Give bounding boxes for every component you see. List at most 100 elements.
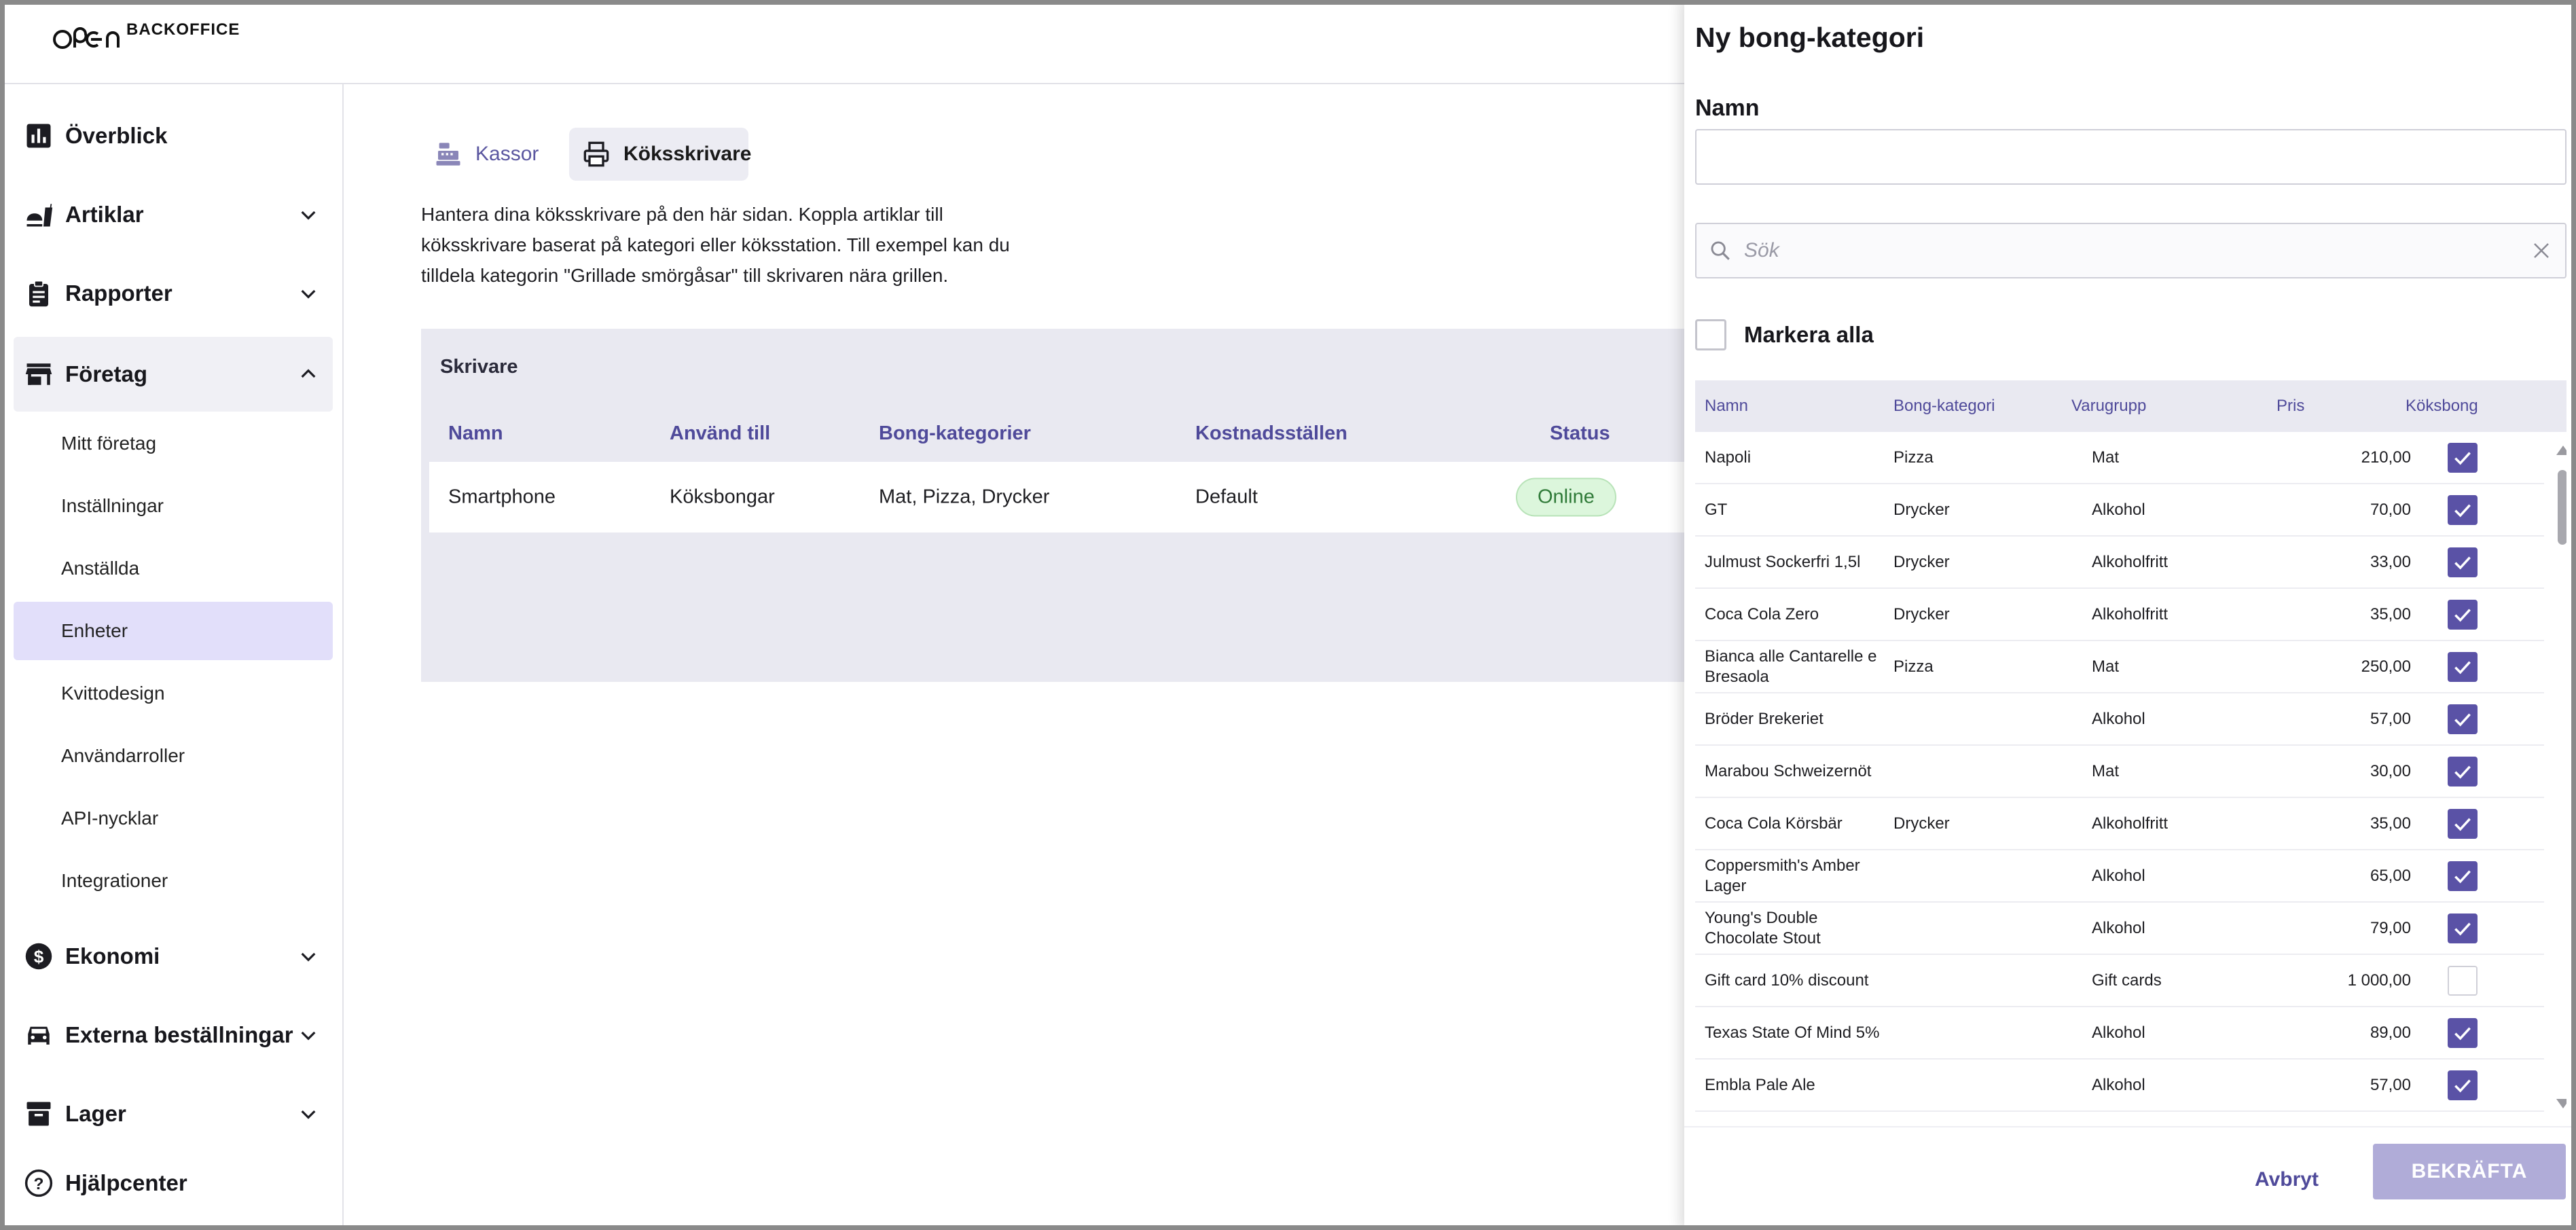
nav-reports-label: Rapporter xyxy=(65,281,173,306)
close-icon[interactable] xyxy=(2531,240,2552,261)
nav-economy-label: Ekonomi xyxy=(65,943,160,969)
printer-name: Smartphone xyxy=(448,486,556,508)
item-price: 250,00 xyxy=(2361,657,2411,676)
scroll-thumb[interactable] xyxy=(2558,470,2566,545)
sidebar-item-my-company[interactable]: Mitt företag xyxy=(14,414,333,473)
fastfood-icon xyxy=(26,204,53,227)
scroll-down-arrow[interactable] xyxy=(2556,1099,2566,1108)
item-price: 65,00 xyxy=(2370,866,2411,885)
sidebar-item-user-roles[interactable]: Användarroller xyxy=(14,727,333,785)
list-item[interactable]: Embla Pale Ale Alkohol 57,00 xyxy=(1695,1060,2544,1112)
confirm-button[interactable]: BEKRÄFTA xyxy=(2373,1144,2566,1199)
list-item[interactable]: Napoli Pizza Mat 210,00 xyxy=(1695,432,2544,484)
chevron-down-icon xyxy=(301,952,316,962)
svg-text:$: $ xyxy=(34,947,44,967)
scroll-up-arrow[interactable] xyxy=(2556,446,2566,455)
nav-help-center[interactable]: ? Hjälpcenter xyxy=(14,1156,333,1210)
sidebar-item-integrations[interactable]: Integrationer xyxy=(14,852,333,910)
item-group: Mat xyxy=(2092,761,2120,780)
clipboard-icon xyxy=(29,280,48,307)
list-item[interactable]: Texas State Of Mind 5% Alkohol 89,00 xyxy=(1695,1007,2544,1060)
printer-used-for: Köksbongar xyxy=(670,486,775,508)
item-group: Mat xyxy=(2092,448,2120,467)
check-icon xyxy=(2454,817,2471,831)
items-table-header: Namn Bong-kategori Varugrupp Pris Köksbo… xyxy=(1695,380,2566,432)
kitchen-ticket-checkbox[interactable] xyxy=(2448,1070,2478,1100)
kitchen-ticket-checkbox[interactable] xyxy=(2448,1017,2478,1048)
nav-articles[interactable]: Artiklar xyxy=(14,182,333,247)
kitchen-ticket-checkbox[interactable] xyxy=(2448,442,2478,473)
tab-kitchen-printers-label: Köksskrivare xyxy=(623,143,752,165)
column-header-price: Pris xyxy=(2276,397,2305,415)
sidebar-item-receipt-design[interactable]: Kvittodesign xyxy=(14,664,333,723)
cash-register-icon xyxy=(436,143,460,166)
item-price: 70,00 xyxy=(2370,500,2411,519)
sidebar-item-api-keys[interactable]: API-nycklar xyxy=(14,789,333,848)
table-row[interactable]: Smartphone Köksbongar Mat, Pizza, Drycke… xyxy=(429,462,1684,532)
item-name: Julmust Sockerfri 1,5l xyxy=(1705,552,1861,571)
check-icon xyxy=(2454,660,2471,674)
list-item[interactable]: Coppersmith's Amber Lager Alkohol 65,00 xyxy=(1695,850,2544,903)
item-price: 89,00 xyxy=(2370,1023,2411,1042)
kitchen-ticket-checkbox[interactable] xyxy=(2448,861,2478,891)
sidebar-item-employees[interactable]: Anställda xyxy=(14,539,333,598)
sidebar-item-devices[interactable]: Enheter xyxy=(14,602,333,660)
brand-logo[interactable]: BACKOFFICE xyxy=(49,20,240,54)
scrollbar[interactable] xyxy=(2554,432,2566,1114)
nav-company[interactable]: Företag xyxy=(14,337,333,412)
sidebar-item-label: Mitt företag xyxy=(61,433,157,454)
kitchen-ticket-checkbox[interactable] xyxy=(2448,704,2478,734)
printer-cost-center: Default xyxy=(1195,486,1258,508)
sidebar-item-settings[interactable]: Inställningar xyxy=(14,477,333,535)
name-field[interactable] xyxy=(1695,129,2566,185)
item-price: 30,00 xyxy=(2370,761,2411,780)
nav-overview[interactable]: Överblick xyxy=(14,103,333,168)
column-header-used-for: Använd till xyxy=(670,422,771,444)
list-item[interactable]: Young's Double Chocolate Stout Alkohol 79,… xyxy=(1695,903,2544,955)
search-input[interactable] xyxy=(1744,231,2505,270)
item-price: 35,00 xyxy=(2370,814,2411,833)
sidebar: Överblick Artiklar Rapporter Företag Mit… xyxy=(0,84,344,1230)
list-item[interactable]: Coca Cola Körsbär Drycker Alkoholfritt 35,0… xyxy=(1695,798,2544,850)
tab-registers[interactable]: Kassor xyxy=(421,128,550,181)
help-circle-icon: ? xyxy=(24,1169,53,1197)
kitchen-ticket-checkbox[interactable] xyxy=(2448,808,2478,839)
kitchen-ticket-checkbox[interactable] xyxy=(2448,494,2478,525)
select-all-checkbox[interactable] xyxy=(1695,319,1726,350)
nav-economy[interactable]: $ Ekonomi xyxy=(14,924,333,989)
item-name: Embla Pale Ale xyxy=(1705,1075,1815,1094)
item-name: Texas State Of Mind 5% xyxy=(1705,1023,1880,1042)
nav-stock[interactable]: Lager xyxy=(14,1081,333,1146)
nav-reports[interactable]: Rapporter xyxy=(14,261,333,326)
kitchen-ticket-checkbox[interactable] xyxy=(2448,913,2478,943)
item-category: Drycker xyxy=(1893,552,1950,571)
check-icon xyxy=(2454,765,2471,779)
open-logo-icon xyxy=(53,27,120,49)
check-icon xyxy=(2454,451,2471,465)
item-group: Alkoholfritt xyxy=(2092,552,2169,571)
list-item[interactable]: Marabou Schweizernöt Mat 30,00 xyxy=(1695,746,2544,798)
list-item[interactable]: Gift card 10% discount Gift cards 1 000,00 xyxy=(1695,955,2544,1007)
item-name: Young's Double Chocolate Stout xyxy=(1705,908,1821,947)
item-name: Coppersmith's Amber Lager xyxy=(1705,856,1860,895)
kitchen-ticket-checkbox[interactable] xyxy=(2448,756,2478,786)
nav-external-orders[interactable]: Externa beställningar xyxy=(14,1002,333,1068)
list-item[interactable]: GT Drycker Alkohol 70,00 xyxy=(1695,484,2544,537)
kitchen-ticket-checkbox[interactable] xyxy=(2448,547,2478,577)
item-name: Bröder Brekeriet xyxy=(1705,709,1824,728)
list-item[interactable]: Coca Cola Zero Drycker Alkoholfritt 35,00 xyxy=(1695,589,2544,641)
tab-kitchen-printers[interactable]: Köksskrivare xyxy=(569,128,752,181)
kitchen-ticket-checkbox[interactable] xyxy=(2448,651,2478,682)
list-item[interactable]: Julmust Sockerfri 1,5l Drycker Alkoholfrit… xyxy=(1695,537,2544,589)
list-item[interactable]: Bianca alle Cantarelle e Bresaola Pizza Ma… xyxy=(1695,641,2544,693)
chevron-up-icon xyxy=(301,369,316,378)
dollar-circle-icon: $ xyxy=(25,943,52,970)
kitchen-ticket-checkbox[interactable] xyxy=(2448,599,2478,630)
item-name: Bianca alle Cantarelle e Bresaola xyxy=(1705,647,1877,686)
kitchen-ticket-checkbox[interactable] xyxy=(2448,965,2478,996)
check-icon xyxy=(2454,1079,2471,1093)
list-item[interactable]: Bröder Brekeriet Alkohol 57,00 xyxy=(1695,693,2544,746)
cancel-button[interactable]: Avbryt xyxy=(2249,1156,2324,1204)
svg-text:?: ? xyxy=(34,1175,44,1193)
item-group: Alkohol xyxy=(2092,1023,2145,1042)
